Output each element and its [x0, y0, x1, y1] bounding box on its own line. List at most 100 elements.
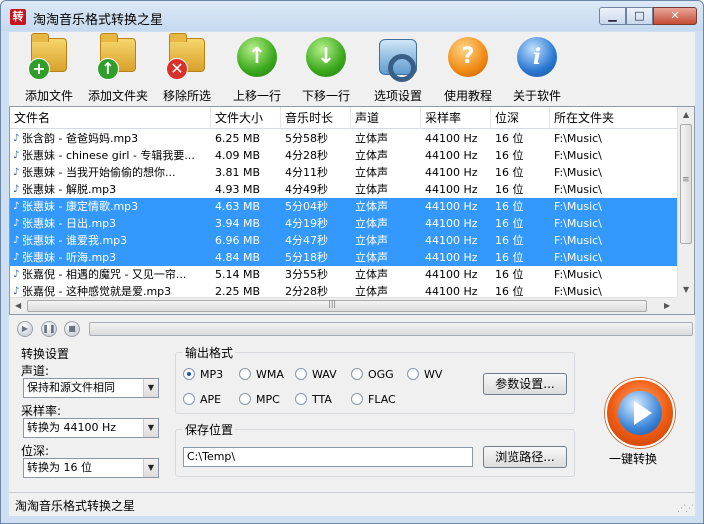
table-row[interactable]: ♪ 张惠妹 - 解脱.mp3 4.93 MB 4分49秒 立体声 44100 Hz 16 位… — [10, 181, 678, 198]
save-path-input[interactable]: C:\Temp\ — [183, 447, 473, 467]
add-file-button[interactable]: + 添加文件 — [9, 33, 89, 104]
stop-icon[interactable]: ■ — [64, 321, 80, 337]
channel-select-value: 保持和源文件相同 — [27, 381, 115, 394]
maximize-icon: □ — [634, 9, 645, 22]
convert-button[interactable] — [605, 378, 675, 448]
about-button[interactable]: i 关于软件 — [497, 36, 577, 104]
settings-icon — [377, 36, 419, 82]
format-radio-tta[interactable]: TTA — [295, 393, 332, 406]
cell-size: 3.94 MB — [215, 217, 261, 230]
cell-channel: 立体声 — [355, 251, 388, 264]
format-radio-wav[interactable]: WAV — [295, 368, 337, 381]
cell-folder: F:\Music\ — [554, 132, 602, 145]
horizontal-scrollbar[interactable]: ◀ ||| ▶ — [10, 297, 678, 314]
bit-depth-select[interactable]: 转换为 16 位 ▼ — [23, 458, 159, 478]
sample-rate-select-value: 转换为 44100 Hz — [27, 421, 117, 434]
move-down-label: 下移一行 — [301, 89, 350, 103]
sample-rate-select[interactable]: 转换为 44100 Hz ▼ — [23, 418, 159, 438]
vertical-scrollbar[interactable]: ▲ ≡ ▼ — [677, 107, 694, 298]
remove-selected-button[interactable]: ✕ 移除所选 — [147, 33, 227, 104]
table-row[interactable]: ♪ 张惠妹 - 听海.mp3 4.84 MB 5分18秒 立体声 44100 Hz 16 位… — [10, 249, 678, 266]
about-label: 关于软件 — [512, 89, 561, 103]
add-folder-button[interactable]: ↑ 添加文件夹 — [78, 33, 158, 104]
playback-progress-slider[interactable] — [89, 322, 693, 336]
format-radio-wma[interactable]: WMA — [239, 368, 284, 381]
app-icon: 转 — [10, 9, 26, 25]
minimize-button[interactable]: ▁ — [599, 7, 626, 25]
pause-icon[interactable]: ❚❚ — [41, 321, 57, 337]
cell-sample-rate: 44100 Hz — [425, 166, 478, 179]
column-header-sample-rate[interactable]: 采样率 — [421, 107, 491, 129]
format-radio-flac[interactable]: FLAC — [351, 393, 396, 406]
table-row[interactable]: ♪ 张惠妹 - 日出.mp3 3.94 MB 4分19秒 立体声 44100 Hz 16 位… — [10, 215, 678, 232]
format-radio-ape[interactable]: APE — [183, 393, 221, 406]
close-button[interactable]: ✕ — [653, 7, 697, 25]
column-header-bit-depth[interactable]: 位深 — [491, 107, 550, 129]
table-row[interactable]: ♪ 张嘉倪 - 相遇的魔咒 - 又见一帘... 5.14 MB 3分55秒 立体声 441… — [10, 266, 678, 283]
tutorial-button[interactable]: ? 使用教程 — [428, 36, 508, 104]
table-row[interactable]: ♪ 张惠妹 - chinese girl - 专辑我要... 4.09 MB 4分28… — [10, 147, 678, 164]
browse-path-button[interactable]: 浏览路径... — [483, 446, 567, 468]
cell-bit-depth: 16 位 — [495, 132, 524, 145]
cell-filename: 张惠妹 - 日出.mp3 — [22, 217, 117, 230]
format-radio-label: WMA — [256, 368, 284, 381]
column-header-size[interactable]: 文件大小 — [211, 107, 281, 129]
scroll-left-icon[interactable]: ◀ — [15, 301, 21, 310]
channel-select[interactable]: 保持和源文件相同 ▼ — [23, 378, 159, 398]
file-list[interactable]: 文件名 文件大小 音乐时长 声道 采样率 位深 所在文件夹 ♪ 张含韵 - 爸爸妈… — [9, 106, 695, 315]
format-radio-ogg[interactable]: OGG — [351, 368, 394, 381]
cell-sample-rate: 44100 Hz — [425, 149, 478, 162]
remove-icon: ✕ — [166, 33, 208, 80]
cell-folder: F:\Music\ — [554, 183, 602, 196]
move-down-button[interactable]: ↓ 下移一行 — [286, 36, 366, 104]
cell-duration: 4分47秒 — [285, 234, 328, 247]
title-bar[interactable]: 转 淘淘音乐格式转换之星 ▁ □ ✕ — [1, 1, 703, 31]
cell-size: 6.25 MB — [215, 132, 261, 145]
resize-grip-icon[interactable]: ⋰⋰ — [677, 504, 694, 514]
info-icon: i — [516, 36, 558, 78]
options-button[interactable]: 选项设置 — [358, 36, 438, 104]
cell-duration: 5分58秒 — [285, 132, 328, 145]
column-header-folder[interactable]: 所在文件夹 — [550, 107, 678, 129]
column-header-channel[interactable]: 声道 — [351, 107, 421, 129]
cell-folder: F:\Music\ — [554, 251, 602, 264]
cell-bit-depth: 16 位 — [495, 183, 524, 196]
radio-icon — [239, 393, 251, 405]
cell-folder: F:\Music\ — [554, 234, 602, 247]
format-radio-label: MPC — [256, 393, 280, 406]
radio-icon — [351, 393, 363, 405]
cell-bit-depth: 16 位 — [495, 166, 524, 179]
cell-folder: F:\Music\ — [554, 268, 602, 281]
table-row[interactable]: ♪ 张惠妹 - 当我开始偷偷的想你... 3.81 MB 4分11秒 立体声 44100 … — [10, 164, 678, 181]
table-row[interactable]: ♪ 张惠妹 - 康定情歌.mp3 4.63 MB 5分04秒 立体声 44100 Hz 16… — [10, 198, 678, 215]
cell-sample-rate: 44100 Hz — [425, 268, 478, 281]
column-header-filename[interactable]: 文件名 — [10, 107, 211, 129]
maximize-button[interactable]: □ — [626, 7, 653, 25]
cell-channel: 立体声 — [355, 183, 388, 196]
cell-channel: 立体声 — [355, 132, 388, 145]
play-icon[interactable]: ▶ — [17, 321, 33, 337]
scroll-down-icon[interactable]: ▼ — [683, 285, 689, 294]
help-icon: ? — [447, 36, 489, 78]
cell-filename: 张惠妹 - 当我开始偷偷的想你... — [22, 166, 176, 179]
params-settings-button[interactable]: 参数设置... — [483, 373, 567, 395]
format-radio-mp3[interactable]: MP3 — [183, 368, 223, 381]
vertical-scroll-thumb[interactable]: ≡ — [680, 124, 692, 244]
scroll-right-icon[interactable]: ▶ — [664, 301, 670, 310]
radio-icon — [183, 393, 195, 405]
scroll-corner — [677, 297, 694, 314]
cell-size: 6.96 MB — [215, 234, 261, 247]
cell-channel: 立体声 — [355, 149, 388, 162]
move-up-button[interactable]: ↑ 上移一行 — [217, 36, 297, 104]
table-row[interactable]: ♪ 张惠妹 - 谁爱我.mp3 6.96 MB 4分47秒 立体声 44100 Hz 16 … — [10, 232, 678, 249]
scroll-up-icon[interactable]: ▲ — [683, 110, 689, 119]
horizontal-scroll-thumb[interactable]: ||| — [27, 299, 647, 312]
format-radio-wv[interactable]: WV — [407, 368, 442, 381]
format-radio-mpc[interactable]: MPC — [239, 393, 280, 406]
table-row[interactable]: ♪ 张含韵 - 爸爸妈妈.mp3 6.25 MB 5分58秒 立体声 44100 Hz 16… — [10, 130, 678, 147]
cell-size: 4.09 MB — [215, 149, 261, 162]
radio-icon — [183, 368, 195, 380]
column-header-duration[interactable]: 音乐时长 — [281, 107, 351, 129]
add-file-label: 添加文件 — [24, 89, 73, 103]
cell-channel: 立体声 — [355, 268, 388, 281]
